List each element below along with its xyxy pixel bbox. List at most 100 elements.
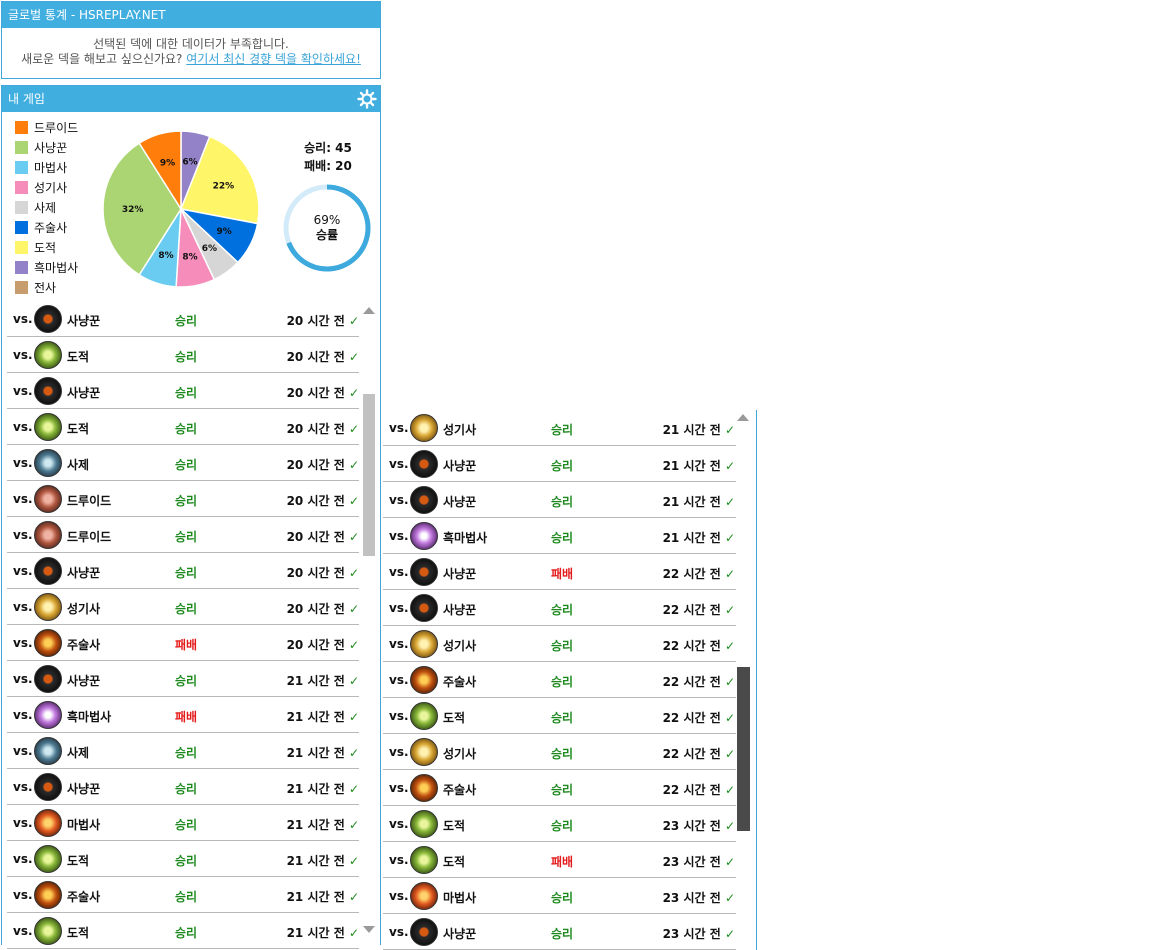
hero-portrait-hunter-icon — [34, 665, 62, 693]
game-time: 20 시간 전 — [286, 602, 345, 616]
vs-label: vs. — [389, 457, 409, 471]
opponent-class: 사냥꾼 — [443, 927, 477, 941]
game-time: 23 시간 전 — [662, 855, 721, 869]
check-icon: ✓ — [724, 639, 735, 653]
legend-label: 흑마법사 — [34, 261, 79, 275]
game-time: 20 시간 전 — [286, 638, 345, 652]
game-time: 23 시간 전 — [662, 927, 721, 941]
vs-label: vs. — [13, 312, 33, 326]
pie-slice-label: 32% — [122, 205, 144, 215]
game-time: 21 시간 전 — [286, 818, 345, 832]
game-row[interactable]: vs. 성기사 승리 21 시간 전 ✓ — [383, 410, 736, 446]
vs-label: vs. — [13, 924, 33, 938]
check-icon: ✓ — [348, 674, 359, 688]
vs-label: vs. — [13, 852, 33, 866]
game-row[interactable]: vs. 사냥꾼 승리 21 시간 전 ✓ — [7, 769, 359, 805]
gear-icon[interactable] — [357, 89, 377, 109]
trending-decks-link[interactable]: 여기서 최신 경향 덱을 확인하세요! — [186, 52, 361, 66]
game-list-2[interactable]: vs. 성기사 승리 21 시간 전 ✓ vs. 사냥꾼 승리 21 시간 전 ✓ vs. 사냥꾼… — [383, 410, 736, 950]
game-time: 20 시간 전 — [286, 458, 345, 472]
game-row[interactable]: vs. 드루이드 승리 20 시간 전 ✓ — [7, 517, 359, 553]
hero-portrait-hunter-icon — [410, 558, 438, 586]
vs-label: vs. — [13, 816, 33, 830]
vs-label: vs. — [13, 420, 33, 434]
game-row[interactable]: vs. 도적 승리 20 시간 전 ✓ — [7, 337, 359, 373]
game-row[interactable]: vs. 사제 승리 21 시간 전 ✓ — [7, 733, 359, 769]
vs-label: vs. — [389, 709, 409, 723]
game-row[interactable]: vs. 사냥꾼 승리 22 시간 전 ✓ — [383, 590, 736, 626]
check-icon: ✓ — [348, 350, 359, 364]
scroll-up-arrow-2[interactable] — [737, 414, 749, 421]
game-row[interactable]: vs. 사냥꾼 승리 20 시간 전 ✓ — [7, 301, 359, 337]
hero-portrait-hunter-icon — [34, 557, 62, 585]
game-row[interactable]: vs. 사냥꾼 패배 22 시간 전 ✓ — [383, 554, 736, 590]
opponent-class: 사냥꾼 — [67, 782, 101, 796]
scroll-up-arrow[interactable] — [363, 307, 375, 314]
game-row[interactable]: vs. 도적 승리 23 시간 전 ✓ — [383, 806, 736, 842]
vs-label: vs. — [13, 744, 33, 758]
vs-label: vs. — [13, 600, 33, 614]
scroll-down-arrow[interactable] — [363, 926, 375, 933]
opponent-class: 주술사 — [67, 890, 101, 904]
check-icon: ✓ — [348, 386, 359, 400]
game-list-1[interactable]: vs. 사냥꾼 승리 20 시간 전 ✓ vs. 도적 승리 20 시간 전 ✓ vs. 사냥꾼 승… — [7, 301, 359, 949]
game-row[interactable]: vs. 도적 패배 23 시간 전 ✓ — [383, 842, 736, 878]
game-row[interactable]: vs. 흑마법사 패배 21 시간 전 ✓ — [7, 697, 359, 733]
scrollbar-thumb[interactable] — [363, 394, 375, 556]
game-row[interactable]: vs. 사냥꾼 승리 20 시간 전 ✓ — [7, 373, 359, 409]
game-row[interactable]: vs. 주술사 승리 22 시간 전 ✓ — [383, 662, 736, 698]
check-icon: ✓ — [348, 746, 359, 760]
game-result: 승리 — [175, 926, 198, 940]
legend-item: 주술사 — [15, 220, 78, 240]
game-result: 승리 — [551, 531, 574, 545]
game-time: 21 시간 전 — [286, 674, 345, 688]
game-row[interactable]: vs. 마법사 승리 23 시간 전 ✓ — [383, 878, 736, 914]
game-row[interactable]: vs. 사냥꾼 승리 21 시간 전 ✓ — [7, 661, 359, 697]
check-icon: ✓ — [348, 314, 359, 328]
hero-portrait-hunter-icon — [410, 594, 438, 622]
hero-portrait-rogue-icon — [410, 810, 438, 838]
global-stats-header: 글로벌 통계 - HSREPLAY.NET — [2, 2, 380, 28]
game-row[interactable]: vs. 성기사 승리 20 시간 전 ✓ — [7, 589, 359, 625]
game-result: 승리 — [175, 890, 198, 904]
game-row[interactable]: vs. 사제 승리 20 시간 전 ✓ — [7, 445, 359, 481]
game-row[interactable]: vs. 도적 승리 22 시간 전 ✓ — [383, 698, 736, 734]
game-row[interactable]: vs. 마법사 승리 21 시간 전 ✓ — [7, 805, 359, 841]
game-result: 승리 — [175, 494, 198, 508]
legend-item: 흑마법사 — [15, 260, 78, 280]
game-row[interactable]: vs. 주술사 패배 20 시간 전 ✓ — [7, 625, 359, 661]
pie-slice-label: 22% — [213, 182, 235, 192]
opponent-class: 사냥꾼 — [67, 314, 101, 328]
check-icon: ✓ — [724, 459, 735, 473]
hero-portrait-warlock-icon — [410, 522, 438, 550]
check-icon: ✓ — [724, 747, 735, 761]
game-row[interactable]: vs. 도적 승리 21 시간 전 ✓ — [7, 913, 359, 949]
opponent-class: 성기사 — [443, 423, 477, 437]
game-result: 승리 — [551, 891, 574, 905]
game-time: 21 시간 전 — [662, 423, 721, 437]
check-icon: ✓ — [724, 819, 735, 833]
opponent-class: 사냥꾼 — [67, 386, 101, 400]
game-row[interactable]: vs. 도적 승리 20 시간 전 ✓ — [7, 409, 359, 445]
game-row[interactable]: vs. 도적 승리 21 시간 전 ✓ — [7, 841, 359, 877]
check-icon: ✓ — [724, 711, 735, 725]
game-row[interactable]: vs. 사냥꾼 승리 21 시간 전 ✓ — [383, 482, 736, 518]
game-row[interactable]: vs. 사냥꾼 승리 20 시간 전 ✓ — [7, 553, 359, 589]
check-icon: ✓ — [724, 927, 735, 941]
game-row[interactable]: vs. 사냥꾼 승리 23 시간 전 ✓ — [383, 914, 736, 950]
pie-slice-label: 8% — [182, 253, 197, 263]
game-time: 21 시간 전 — [662, 531, 721, 545]
hero-portrait-paladin-icon — [410, 738, 438, 766]
game-row[interactable]: vs. 성기사 승리 22 시간 전 ✓ — [383, 626, 736, 662]
game-row[interactable]: vs. 성기사 승리 22 시간 전 ✓ — [383, 734, 736, 770]
game-time: 21 시간 전 — [286, 926, 345, 940]
game-row[interactable]: vs. 주술사 승리 21 시간 전 ✓ — [7, 877, 359, 913]
game-row[interactable]: vs. 드루이드 승리 20 시간 전 ✓ — [7, 481, 359, 517]
game-row[interactable]: vs. 사냥꾼 승리 21 시간 전 ✓ — [383, 446, 736, 482]
vs-label: vs. — [389, 565, 409, 579]
legend-label: 사제 — [34, 201, 57, 215]
scrollbar-thumb-2[interactable] — [737, 667, 750, 831]
check-icon: ✓ — [348, 926, 359, 940]
game-row[interactable]: vs. 주술사 승리 22 시간 전 ✓ — [383, 770, 736, 806]
game-row[interactable]: vs. 흑마법사 승리 21 시간 전 ✓ — [383, 518, 736, 554]
